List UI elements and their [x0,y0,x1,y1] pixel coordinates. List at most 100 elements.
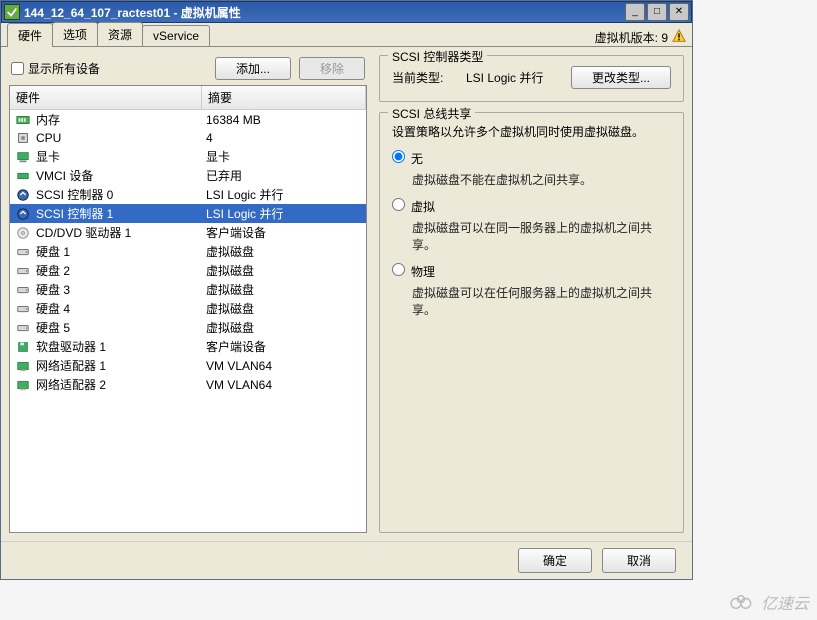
tab-资源[interactable]: 资源 [97,22,143,46]
cpu-icon [14,130,32,146]
vm-properties-dialog: 144_12_64_107_ractest01 - 虚拟机属性 _ □ ✕ 硬件… [0,0,693,580]
show-all-devices-checkbox[interactable]: 显示所有设备 [11,60,100,77]
bus-desc: 虚拟磁盘不能在虚拟机之间共享。 [412,171,671,188]
hardware-row[interactable]: 硬盘 4虚拟磁盘 [10,299,366,318]
hardware-header: 硬件 摘要 [10,86,366,110]
disk-icon [14,301,32,317]
hw-summary: VM VLAN64 [206,378,362,392]
scsi-icon [14,187,32,203]
remove-button[interactable]: 移除 [299,57,365,80]
ok-button[interactable]: 确定 [518,548,592,573]
right-panel: SCSI 控制器类型 当前类型: LSI Logic 并行 更改类型... SC… [367,55,684,533]
hw-summary: 已弃用 [206,167,362,184]
warning-icon [672,29,686,46]
scsi-icon [14,206,32,222]
app-icon [4,4,20,20]
hw-name: 软盘驱动器 1 [36,338,206,355]
bus-radio-2[interactable] [392,263,405,276]
hw-name: CPU [36,131,206,145]
hw-summary: LSI Logic 并行 [206,205,362,222]
disk-icon [14,244,32,260]
show-all-label: 显示所有设备 [28,60,100,77]
hw-summary: 显卡 [206,148,362,165]
tab-vservice[interactable]: vService [142,25,210,46]
bus-label: 虚拟 [411,198,435,215]
hardware-body: 内存16384 MBCPU4显卡显卡VMCI 设备已弃用SCSI 控制器 0LS… [10,110,366,532]
hw-summary: 虚拟磁盘 [206,300,362,317]
hw-summary: 16384 MB [206,113,362,127]
hardware-row[interactable]: 硬盘 5虚拟磁盘 [10,318,366,337]
toolbar: 显示所有设备 添加... 移除 [9,55,367,85]
hardware-row[interactable]: 硬盘 1虚拟磁盘 [10,242,366,261]
left-panel: 显示所有设备 添加... 移除 硬件 摘要 内存16384 MBCPU4显卡显卡… [9,55,367,533]
minimize-button[interactable]: _ [625,3,645,21]
tab-硬件[interactable]: 硬件 [7,23,53,47]
hardware-row[interactable]: CPU4 [10,129,366,147]
hardware-table: 硬件 摘要 内存16384 MBCPU4显卡显卡VMCI 设备已弃用SCSI 控… [9,85,367,533]
vmci-icon [14,168,32,184]
hardware-row[interactable]: 显卡显卡 [10,147,366,166]
hw-name: 显卡 [36,148,206,165]
add-button[interactable]: 添加... [215,57,291,80]
vm-version: 虚拟机版本: 9 [595,29,692,46]
scsi-bus-sharing-group: SCSI 总线共享 设置策略以允许多个虚拟机同时使用虚拟磁盘。 无虚拟磁盘不能在… [379,112,684,533]
hw-summary: 客户端设备 [206,338,362,355]
titlebar[interactable]: 144_12_64_107_ractest01 - 虚拟机属性 _ □ ✕ [1,1,692,23]
disk-icon [14,320,32,336]
tabs: 硬件选项资源vService 虚拟机版本: 9 [1,23,692,47]
hw-name: 网络适配器 2 [36,376,206,393]
show-all-input[interactable] [11,62,24,75]
hardware-row[interactable]: 硬盘 3虚拟磁盘 [10,280,366,299]
window-title: 144_12_64_107_ractest01 - 虚拟机属性 [24,4,625,21]
hardware-row[interactable]: 网络适配器 2VM VLAN64 [10,375,366,394]
close-button[interactable]: ✕ [669,3,689,21]
hw-summary: LSI Logic 并行 [206,186,362,203]
hardware-row[interactable]: SCSI 控制器 0LSI Logic 并行 [10,185,366,204]
maximize-button[interactable]: □ [647,3,667,21]
hw-summary: 虚拟磁盘 [206,281,362,298]
group-legend: SCSI 控制器类型 [388,48,487,65]
hardware-row[interactable]: VMCI 设备已弃用 [10,166,366,185]
hw-summary: 虚拟磁盘 [206,319,362,336]
watermark: 亿速云 [729,590,809,614]
hw-name: 硬盘 1 [36,243,206,260]
hw-name: CD/DVD 驱动器 1 [36,224,206,241]
change-type-button[interactable]: 更改类型... [571,66,671,89]
nic-icon [14,358,32,374]
video-icon [14,149,32,165]
bus-radio-1[interactable] [392,198,405,211]
hardware-row[interactable]: 网络适配器 1VM VLAN64 [10,356,366,375]
hw-name: 硬盘 2 [36,262,206,279]
bus-label: 物理 [411,263,435,280]
hw-name: VMCI 设备 [36,167,206,184]
bus-label: 无 [411,150,423,167]
current-type-value: LSI Logic 并行 [466,69,543,86]
bus-radio-0[interactable] [392,150,405,163]
hw-name: 硬盘 4 [36,300,206,317]
nic-icon [14,377,32,393]
hw-name: SCSI 控制器 1 [36,205,206,222]
hardware-row[interactable]: CD/DVD 驱动器 1客户端设备 [10,223,366,242]
col-hardware: 硬件 [10,86,202,109]
watermark-text: 亿速云 [761,590,809,614]
hw-summary: 客户端设备 [206,224,362,241]
tab-body: 显示所有设备 添加... 移除 硬件 摘要 内存16384 MBCPU4显卡显卡… [1,47,692,541]
cd-icon [14,225,32,241]
bus-desc: 虚拟磁盘可以在任何服务器上的虚拟机之间共享。 [412,284,671,318]
floppy-icon [14,339,32,355]
dialog-footer: 确定 取消 [1,541,692,579]
current-type-label: 当前类型: [392,69,448,86]
tab-选项[interactable]: 选项 [52,22,98,46]
hardware-row[interactable]: 软盘驱动器 1客户端设备 [10,337,366,356]
hw-name: SCSI 控制器 0 [36,186,206,203]
memory-icon [14,112,32,128]
hw-name: 硬盘 3 [36,281,206,298]
group-legend: SCSI 总线共享 [388,105,475,122]
cancel-button[interactable]: 取消 [602,548,676,573]
hw-summary: 4 [206,131,362,145]
hw-name: 内存 [36,111,206,128]
hardware-row[interactable]: 硬盘 2虚拟磁盘 [10,261,366,280]
hardware-row[interactable]: SCSI 控制器 1LSI Logic 并行 [10,204,366,223]
hw-name: 硬盘 5 [36,319,206,336]
hardware-row[interactable]: 内存16384 MB [10,110,366,129]
